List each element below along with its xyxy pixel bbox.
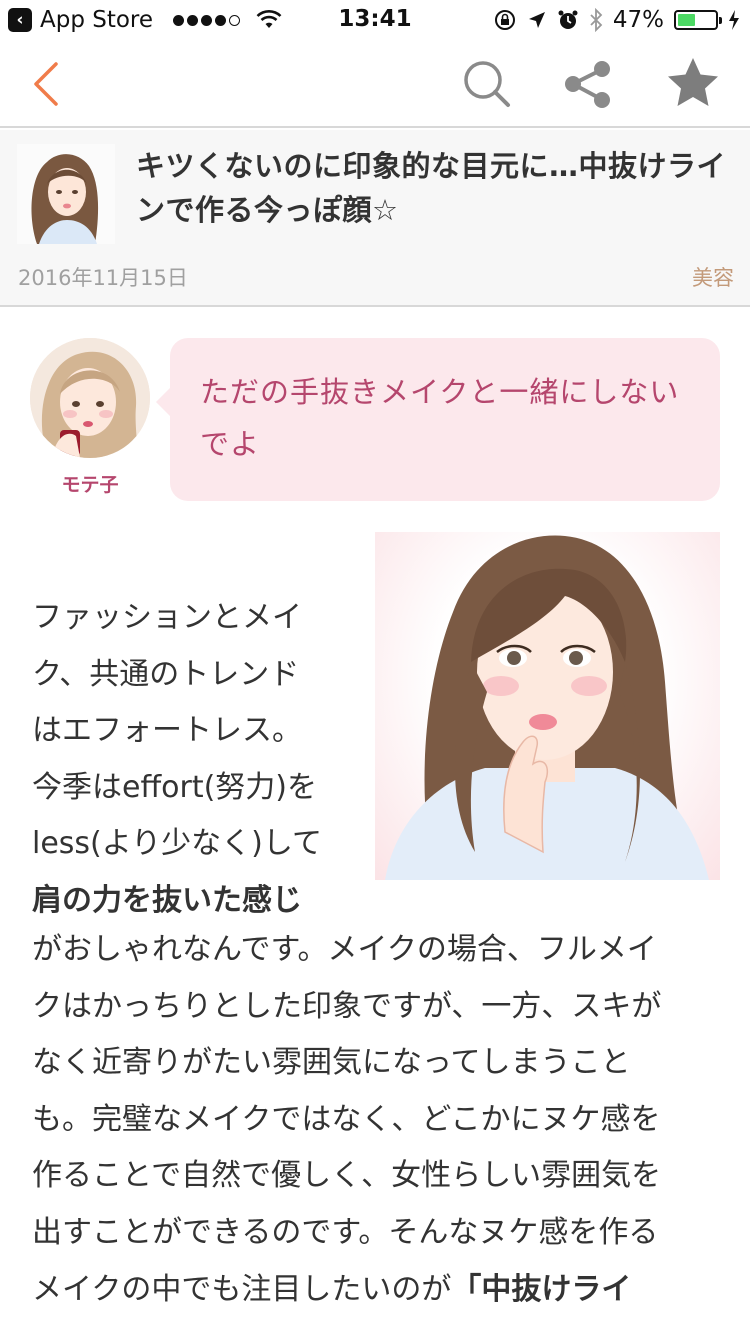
article-title: キツくないのに印象的な目元に…中抜けラインで作る今っぽ顔☆ xyxy=(136,149,727,227)
body-line: 今季はeffort(努力)を xyxy=(32,769,317,805)
navigation-bar xyxy=(0,40,750,128)
alarm-icon xyxy=(558,10,578,29)
search-icon[interactable] xyxy=(458,56,514,112)
status-right: 47% xyxy=(493,6,740,34)
body-line: ク、共通のトレンド xyxy=(32,656,300,692)
article-body-intro: ファッションとメイ ク、共通のトレンド はエフォートレス。 今季はeffort(… xyxy=(32,590,362,930)
charging-icon xyxy=(729,10,739,30)
speech-bubble: ただの手抜きメイクと一緒にしないでよ xyxy=(156,338,720,501)
rotation-lock-icon xyxy=(494,10,515,30)
location-icon xyxy=(528,12,545,28)
speech-bubble-text: ただの手抜きメイクと一緒にしないでよ xyxy=(200,375,680,461)
speaker-name: モテ子 xyxy=(61,474,119,496)
body-line: も。完璧なメイクではなく、どこかにヌケ感を xyxy=(32,1101,661,1137)
article-category[interactable]: 美容 xyxy=(692,262,734,292)
body-line: 作ることで自然で優しく、女性らしい雰囲気を xyxy=(32,1158,662,1194)
body-line: はエフォートレス。 xyxy=(32,713,302,749)
body-line: less(より少なく)して xyxy=(32,826,322,862)
article-thumbnail xyxy=(17,144,115,244)
body-line: メイクの中でも注目したいのが「中抜けライ xyxy=(32,1262,732,1319)
body-line: がおしゃれなんです。メイクの場合、フルメイ xyxy=(32,932,657,967)
body-line: 出すことができるのです。そんなヌケ感を作る xyxy=(32,1214,659,1250)
chevron-left-icon[interactable] xyxy=(22,58,72,110)
body-line: ファッションとメイ xyxy=(32,600,302,635)
star-icon[interactable] xyxy=(664,54,722,112)
article-body: がおしゃれなんです。メイクの場合、フルメイ クはかっちりとした印象ですが、一方、… xyxy=(32,922,732,1318)
battery-percent: 47% xyxy=(612,7,664,33)
body-text-bold: 「中抜けライ xyxy=(451,1271,632,1307)
body-text: メイクの中でも注目したいのが xyxy=(32,1271,452,1307)
body-line: クはかっちりとした印象ですが、一方、スキが xyxy=(32,988,662,1024)
avatar xyxy=(30,338,150,458)
battery-level xyxy=(678,14,695,26)
bluetooth-icon xyxy=(590,8,603,32)
battery-icon xyxy=(674,10,722,30)
article-illustration xyxy=(375,532,720,880)
share-icon[interactable] xyxy=(560,56,616,112)
body-line: なく近寄りがたい雰囲気になってしまうこと xyxy=(32,1045,631,1081)
article-header: キツくないのに印象的な目元に…中抜けラインで作る今っぽ顔☆ 2016年11月15… xyxy=(0,130,750,307)
status-bar: ‹ App Store 13:41 47% xyxy=(0,0,750,40)
article-date: 2016年11月15日 xyxy=(18,266,188,290)
